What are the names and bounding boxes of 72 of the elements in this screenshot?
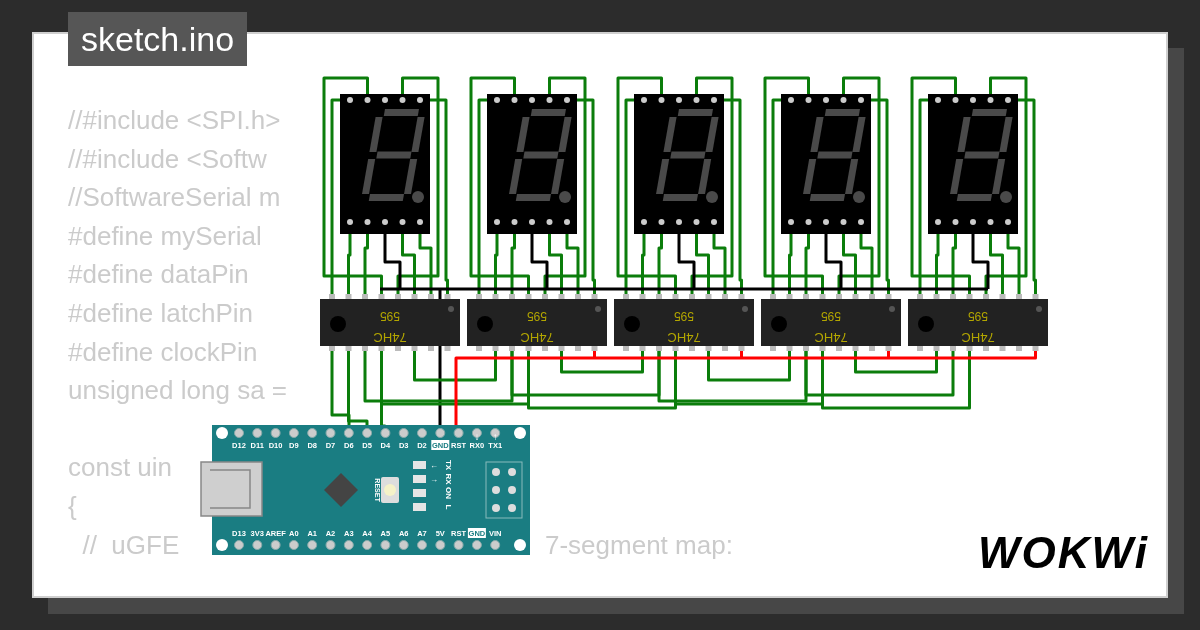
arrow-label: ← xyxy=(430,461,438,470)
chip-notch xyxy=(330,316,346,332)
led xyxy=(413,461,426,469)
pin-marker-dot xyxy=(889,306,895,312)
chip-notch xyxy=(918,316,934,332)
header-pin xyxy=(325,540,336,550)
microcontroller-chip-icon xyxy=(324,473,358,507)
header-pin xyxy=(234,540,244,550)
header-pin xyxy=(362,540,373,550)
chip-label: 595 xyxy=(674,309,694,323)
header-pin xyxy=(471,540,482,550)
chip-label: 74HC xyxy=(814,330,848,345)
chip-label: 74HC xyxy=(373,330,407,345)
chip-label: 595 xyxy=(380,309,400,323)
header-pin xyxy=(435,540,446,550)
arrow-label: ↓ xyxy=(474,431,480,442)
header-pin xyxy=(417,428,427,438)
pin-marker-dot xyxy=(742,306,748,312)
header-pin xyxy=(234,428,244,438)
mounting-hole xyxy=(216,427,228,439)
header-pin xyxy=(270,540,281,550)
chip-label: 595 xyxy=(527,309,547,323)
chip-label: 74HC xyxy=(961,330,995,345)
mounting-hole xyxy=(514,539,526,551)
header-pin xyxy=(471,428,482,438)
icsp-header xyxy=(485,461,523,519)
header-pin xyxy=(252,428,263,438)
header-pin xyxy=(307,428,318,438)
led-label: L xyxy=(444,504,453,510)
header-pin xyxy=(435,428,446,438)
header-pin xyxy=(453,428,464,438)
pin-marker-dot xyxy=(448,306,454,312)
chip-notch xyxy=(771,316,787,332)
header-pin xyxy=(325,428,336,438)
header-pin xyxy=(453,540,464,550)
header-pin xyxy=(490,428,501,438)
wokwi-logo: WOKWi xyxy=(978,528,1149,578)
pin-marker-dot xyxy=(1036,306,1042,312)
header-pin xyxy=(270,428,281,438)
led-label: TX xyxy=(444,459,453,471)
usb-port-icon xyxy=(200,461,263,517)
chip-label: 74HC xyxy=(667,330,701,345)
led xyxy=(413,475,426,483)
mounting-hole xyxy=(216,539,228,551)
header-pin xyxy=(398,540,409,550)
arrow-label: ↑ xyxy=(492,431,498,442)
led-label: RX xyxy=(444,473,453,485)
header-pin xyxy=(288,540,299,550)
led xyxy=(413,489,426,497)
led xyxy=(413,503,426,511)
header-pin xyxy=(380,428,391,438)
chip-label: 595 xyxy=(821,309,841,323)
pin-marker-dot xyxy=(595,306,601,312)
header-pin xyxy=(252,540,263,550)
arrow-label: → xyxy=(430,475,438,484)
header-pin xyxy=(380,540,391,550)
header-pin xyxy=(417,540,427,550)
header-pin xyxy=(288,428,299,438)
reset-button[interactable] xyxy=(381,477,399,503)
led-label: ON xyxy=(444,487,453,499)
chip-label: 595 xyxy=(968,309,988,323)
code-line: { xyxy=(68,490,77,521)
chip-notch xyxy=(477,316,493,332)
header-pin xyxy=(343,428,354,438)
header-pin xyxy=(490,540,501,550)
chip-label: 74HC xyxy=(520,330,554,345)
header-pin xyxy=(398,428,409,438)
header-pin xyxy=(343,540,354,550)
mounting-hole xyxy=(514,427,526,439)
chip-notch xyxy=(624,316,640,332)
header-pin xyxy=(307,540,318,550)
header-pin xyxy=(362,428,373,438)
